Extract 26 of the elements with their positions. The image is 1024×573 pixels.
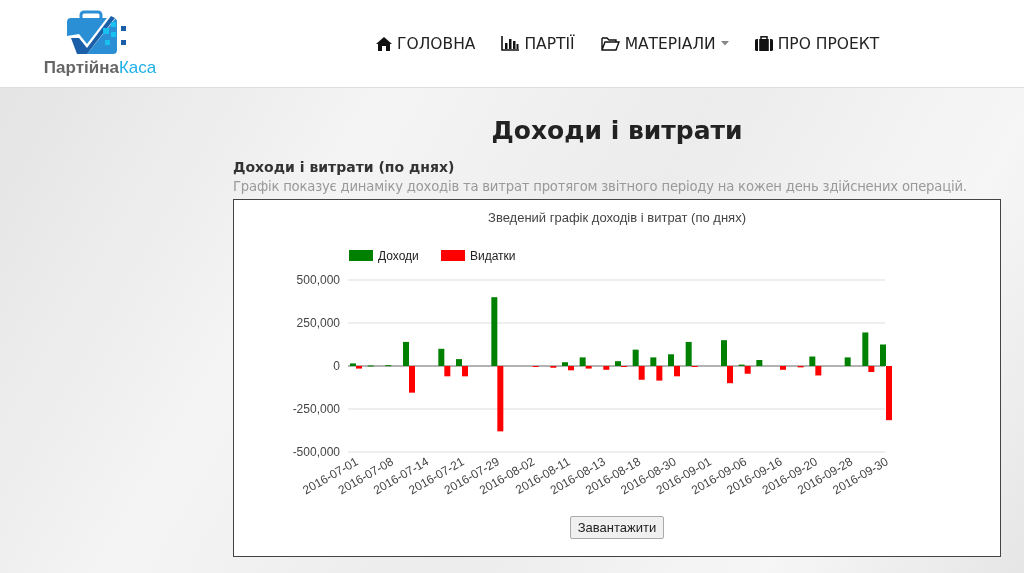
chart-bar [844,357,851,366]
chart-bar [756,360,763,366]
section-description: Графік показує динаміку доходів та витрат протягом звітного періоду на кожен день здійснених операцій. [233,179,968,194]
download-button[interactable]: Завантажити [569,516,665,539]
y-axis-label: 250,000 [296,316,340,330]
y-axis-label: -500,000 [292,445,340,459]
logo-text[interactable]: Партійна [43,57,119,77]
y-axis-label: 500,000 [296,273,340,287]
y-axis-label: 0 [333,359,340,373]
briefcase-icon [754,36,773,51]
folder-icon [600,36,620,51]
chart-title: Зведений графік доходів і витрат (по днях) [488,210,746,225]
nav-link[interactable]: МАТЕРІАЛИ [600,34,729,53]
nav-link[interactable]: ГОЛОВНА [376,34,476,53]
legend-label: Видатки [470,249,516,263]
page-title: Доходи і витрати [490,116,744,145]
nav-link[interactable]: ПАРТІЇ [501,34,575,53]
chart-bar [780,366,786,370]
caret-icon [720,41,729,46]
chart-bar [603,366,610,370]
bar-chart-icon [501,36,520,51]
legend-label: Доходи [378,249,419,263]
y-axis-label: -250,000 [292,402,340,416]
nav-link[interactable]: ПРО ПРОЕКТ [754,34,880,53]
home-icon [376,36,392,51]
section-title: Доходи і витрати (по днях) [233,159,456,175]
